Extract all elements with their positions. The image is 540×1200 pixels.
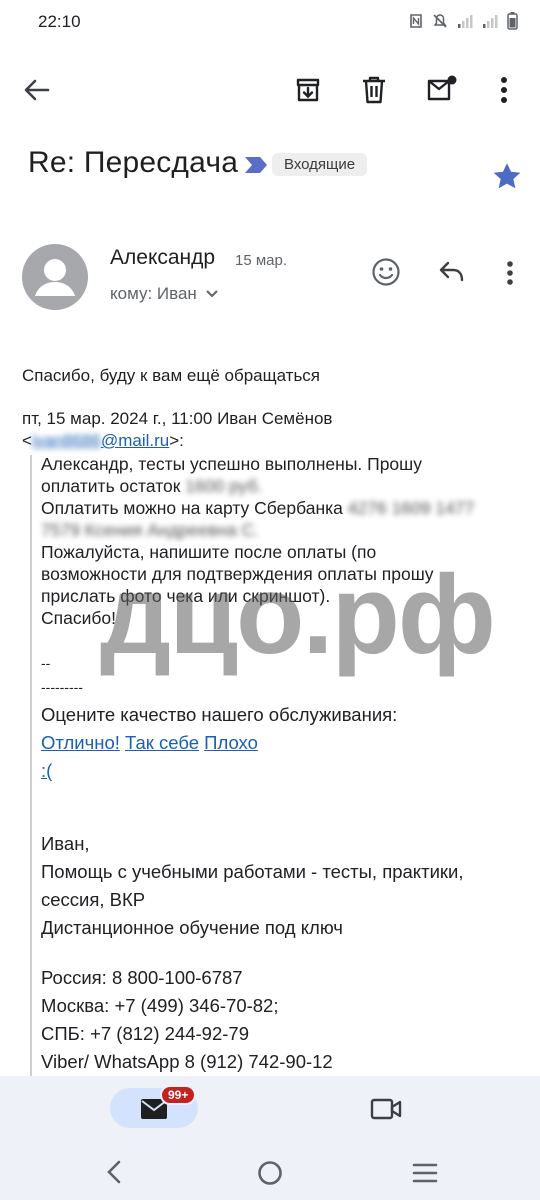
trash-icon[interactable]: [361, 75, 387, 105]
signature-name: Иван,: [41, 833, 90, 854]
label-chip-inbox[interactable]: Входящие: [272, 153, 368, 176]
rate-ok-link[interactable]: Так себе: [125, 732, 199, 753]
unread-badge: 99+: [160, 1085, 197, 1105]
quote-bar: [30, 455, 32, 1080]
rate-sad-link[interactable]: :(: [41, 760, 52, 781]
rating-links: Отлично! Так себе Плохо: [41, 732, 258, 754]
emoji-reaction-icon[interactable]: [371, 257, 401, 287]
sender-email-hidden[interactable]: ivan8686: [32, 431, 101, 450]
amount-hidden: 1600 руб.: [185, 476, 263, 496]
phone-spb: СПБ: +7 (812) 244-92-79: [41, 1023, 249, 1044]
status-icons: [409, 12, 518, 30]
phone-viber: Viber/ WhatsApp 8 (912) 742-90-12: [41, 1051, 333, 1072]
phone-moscow: Москва: +7 (499) 346-70-82;: [41, 995, 279, 1016]
card-number-hidden: 4276 1609 1477: [347, 498, 475, 518]
signature-line: сессия, ВКР: [41, 889, 146, 910]
quote-header: пт, 15 мар. 2024 г., 11:00 Иван Семёнов: [22, 409, 333, 428]
quote-line: Оплатить можно на карту Сбербанка 4276 1…: [41, 498, 475, 518]
message-more-icon[interactable]: [505, 260, 515, 286]
nfc-icon: [409, 13, 423, 29]
signal-2-icon: [482, 13, 498, 29]
email-date: 15 мар.: [235, 252, 288, 269]
nav-home-icon[interactable]: [257, 1160, 283, 1186]
archive-icon[interactable]: [294, 76, 322, 104]
signal-1-icon: [457, 13, 473, 29]
recipients-toggle[interactable]: кому: Иван: [110, 284, 219, 304]
card-holder-hidden: 7579 Ксения Андреевна С.: [41, 520, 260, 540]
recipients-text: кому: Иван: [110, 284, 197, 303]
sender-name: Александр: [110, 246, 216, 269]
rate-bad-link[interactable]: Плохо: [204, 732, 258, 753]
sender-email-domain[interactable]: @mail.ru: [101, 431, 169, 450]
separator: --: [41, 655, 51, 671]
more-vert-icon[interactable]: [499, 76, 509, 104]
quote-line: оплатить остаток 1600 руб.: [41, 476, 263, 496]
nav-recents-icon[interactable]: [412, 1162, 438, 1184]
back-arrow-icon[interactable]: [22, 76, 52, 104]
email-subject: Re: Пересдача: [28, 146, 239, 179]
star-icon[interactable]: [492, 162, 522, 190]
mute-icon: [432, 13, 448, 29]
quote-line: Александр, тесты успешно выполнены. Прош…: [41, 454, 422, 474]
bottom-nav: [0, 1076, 540, 1140]
nav-back-icon[interactable]: [106, 1160, 122, 1184]
avatar[interactable]: [22, 244, 88, 310]
battery-icon: [507, 12, 518, 30]
video-camera-icon[interactable]: [370, 1097, 402, 1121]
rating-prompt: Оцените качество нашего обслуживания:: [41, 704, 398, 725]
rate-good-link[interactable]: Отлично!: [41, 732, 120, 753]
status-time: 22:10: [38, 12, 81, 31]
reply-icon[interactable]: [438, 260, 466, 284]
important-marker-icon[interactable]: [243, 155, 269, 175]
email-body-line: Спасибо, буду к вам ещё обращаться: [22, 366, 321, 385]
signature-line: Помощь с учебными работами - тесты, прак…: [41, 861, 464, 882]
separator: ---------: [41, 679, 83, 695]
rate-sad-link-wrap: :(: [41, 760, 52, 782]
watermark: дцо.рф: [100, 552, 496, 677]
phone-russia: Россия: 8 800-100-6787: [41, 967, 243, 988]
mark-unread-icon[interactable]: [426, 75, 458, 103]
quote-header-email: <ivan8686@mail.ru>:: [22, 431, 184, 450]
signature-line: Дистанционное обучение под ключ: [41, 917, 343, 938]
chevron-down-icon: [205, 289, 219, 299]
